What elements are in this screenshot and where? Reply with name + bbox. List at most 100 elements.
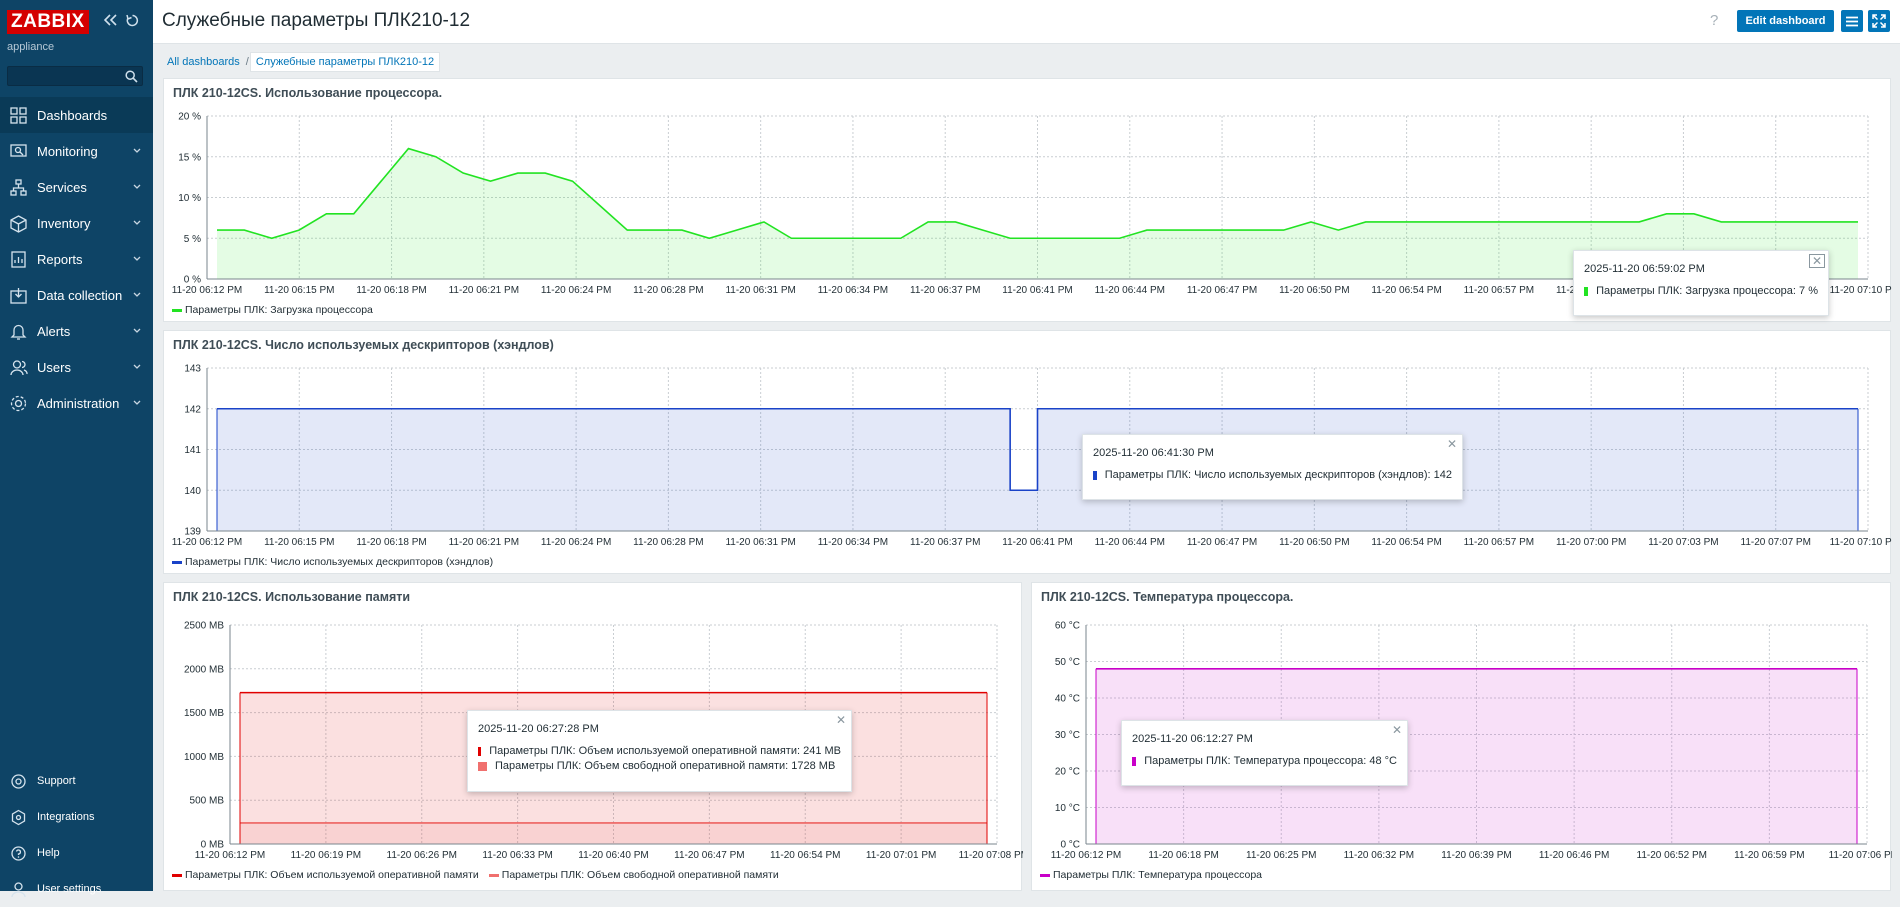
sidebar-item-integrations[interactable]: Integrations <box>0 799 153 835</box>
alerts-icon <box>8 321 28 341</box>
y-tick-label: 1500 MB <box>184 708 224 719</box>
x-tick-label: 11-20 06:37 PM <box>910 285 980 296</box>
x-tick-label: 11-20 06:34 PM <box>818 285 888 296</box>
chevron-down-icon <box>133 290 141 300</box>
x-tick-label: 11-20 07:10 PM <box>1830 537 1892 548</box>
zabbix-logo[interactable]: ZABBIX <box>7 10 89 34</box>
dashboards-icon <box>8 105 28 125</box>
data-collection-icon <box>8 285 28 305</box>
close-icon[interactable]: ✕ <box>1392 723 1402 737</box>
x-tick-label: 11-20 06:54 PM <box>770 850 840 861</box>
x-tick-label: 11-20 06:26 PM <box>387 850 457 861</box>
handles-graph-widget: ПЛК 210-12CS. Число используемых дескрип… <box>163 330 1892 575</box>
collapse-sidebar-icon[interactable] <box>103 12 119 28</box>
x-tick-label: 11-20 06:15 PM <box>264 537 334 548</box>
handles-chart[interactable]: 143 142 141 140 13911-20 06:12 PM 11-20 06:15… <box>164 331 1892 575</box>
x-tick-label: 11-20 06:18 PM <box>1148 850 1218 861</box>
legend-swatch <box>488 873 499 877</box>
sidebar-item-alerts[interactable]: Alerts <box>0 313 153 349</box>
menu-icon <box>1846 16 1858 26</box>
y-tick-label: 143 <box>184 364 201 375</box>
y-tick-label: 10 °C <box>1055 803 1080 814</box>
search-input[interactable] <box>7 66 143 86</box>
x-tick-label: 11-20 06:50 PM <box>1279 537 1349 548</box>
sidebar-item-user-settings[interactable]: User settings <box>0 871 153 907</box>
sidebar-item-label: Inventory <box>37 215 91 231</box>
page-title: Служебные параметры ПЛК210-12 <box>162 10 471 31</box>
chevron-down-icon <box>133 254 141 264</box>
chart-legend: Параметры ПЛК: Число используемых дескри… <box>172 556 503 568</box>
tooltip-time: 2025-11-20 06:59:02 PM <box>1584 263 1705 275</box>
chart-legend: Параметры ПЛК: Объем используемой операт… <box>172 869 789 881</box>
users-icon <box>8 357 28 377</box>
y-tick-label: 40 °C <box>1055 694 1080 705</box>
y-tick-label: 141 <box>184 445 201 456</box>
sidebar-item-label: Monitoring <box>37 143 98 159</box>
x-tick-label: 11-20 06:24 PM <box>541 537 611 548</box>
legend-label: Параметры ПЛК: Объем свободной оперативн… <box>501 869 779 881</box>
edit-dashboard-button[interactable]: Edit dashboard <box>1737 10 1834 32</box>
sidebar-item-support[interactable]: Support <box>0 763 153 799</box>
x-tick-label: 11-20 07:00 PM <box>1556 537 1626 548</box>
legend-item: Параметры ПЛК: Объем свободной оперативн… <box>488 869 779 881</box>
kiosk-mode-icon[interactable] <box>124 12 140 28</box>
sidebar-item-monitoring[interactable]: Monitoring <box>0 133 153 169</box>
x-tick-label: 11-20 06:12 PM <box>195 850 265 861</box>
tooltip-value: Параметры ПЛК: Загрузка процессора: 7 % <box>1596 285 1818 297</box>
y-tick-label: 139 <box>184 527 201 538</box>
sidebar-item-administration[interactable]: Administration <box>0 385 153 421</box>
fullscreen-button[interactable] <box>1868 10 1890 32</box>
sidebar-item-label: Integrations <box>37 811 95 823</box>
legend-label: Параметры ПЛК: Загрузка процессора <box>185 304 373 316</box>
page-header: Служебные параметры ПЛК210-12 ? Edit das… <box>153 0 1900 44</box>
sidebar-item-label: Dashboards <box>37 107 108 123</box>
sidebar-item-reports[interactable]: Reports <box>0 241 153 277</box>
y-tick-label: 20 % <box>178 112 201 123</box>
y-tick-label: 140 <box>184 486 201 497</box>
legend-label: Параметры ПЛК: Температура процессора <box>1053 869 1263 881</box>
sidebar-item-services[interactable]: Services <box>0 169 153 205</box>
help-icon[interactable]: ? <box>1710 12 1718 29</box>
chart-legend: Параметры ПЛК: Загрузка процессора <box>172 304 383 316</box>
sidebar-item-help[interactable]: Help <box>0 835 153 871</box>
y-tick-label: 5 % <box>184 234 201 245</box>
sidebar-item-label: Services <box>37 179 87 195</box>
x-tick-label: 11-20 06:28 PM <box>633 537 703 548</box>
x-tick-label: 11-20 06:12 PM <box>172 285 242 296</box>
breadcrumb-all-dashboards[interactable]: All dashboards <box>162 53 245 71</box>
x-tick-label: 11-20 07:06 PM <box>1829 850 1892 861</box>
x-tick-label: 11-20 06:12 PM <box>172 537 242 548</box>
sidebar-item-label: User settings <box>37 883 102 895</box>
close-icon[interactable]: ✕ <box>1447 437 1457 451</box>
close-icon[interactable]: ✕ <box>836 713 846 727</box>
sidebar-item-users[interactable]: Users <box>0 349 153 385</box>
breadcrumb-separator: / <box>245 56 249 68</box>
x-tick-label: 11-20 07:01 PM <box>866 850 936 861</box>
tooltip-swatch <box>1584 286 1589 296</box>
search-icon[interactable] <box>125 70 138 88</box>
actions-menu-button[interactable] <box>1841 10 1863 32</box>
x-tick-label: 11-20 06:59 PM <box>1734 850 1804 861</box>
chart-tooltip: ✕ 2025-11-20 06:12:27 PM Параметры ПЛК: … <box>1121 720 1408 786</box>
sidebar-item-label: Alerts <box>37 323 71 339</box>
tooltip-value: Параметры ПЛК: Объем свободной оперативн… <box>495 760 836 772</box>
breadcrumb-current-dashboard[interactable]: Служебные параметры ПЛК210-12 <box>249 52 441 72</box>
chevron-down-icon <box>133 326 141 336</box>
close-icon[interactable]: ✕ <box>1809 254 1825 268</box>
breadcrumb: All dashboards / Служебные параметры ПЛК… <box>162 52 441 72</box>
inventory-icon <box>8 213 28 233</box>
sidebar-item-inventory[interactable]: Inventory <box>0 205 153 241</box>
sidebar-item-data-collection[interactable]: Data collection <box>0 277 153 313</box>
x-tick-label: 11-20 06:41 PM <box>1002 537 1072 548</box>
y-tick-label: 500 MB <box>190 796 225 807</box>
legend-item: Параметры ПЛК: Число используемых дескри… <box>172 556 493 568</box>
y-tick-label: 142 <box>184 404 201 415</box>
sidebar-item-dashboards[interactable]: Dashboards <box>0 97 153 133</box>
x-tick-label: 11-20 06:31 PM <box>725 537 795 548</box>
integrations-icon <box>8 807 28 827</box>
chart-legend: Параметры ПЛК: Температура процессора <box>1040 869 1272 881</box>
x-tick-label: 11-20 06:52 PM <box>1637 850 1707 861</box>
tooltip-row: Параметры ПЛК: Число используемых дескри… <box>1093 469 1452 481</box>
x-tick-label: 11-20 06:57 PM <box>1464 537 1534 548</box>
x-tick-label: 11-20 06:12 PM <box>1051 850 1121 861</box>
